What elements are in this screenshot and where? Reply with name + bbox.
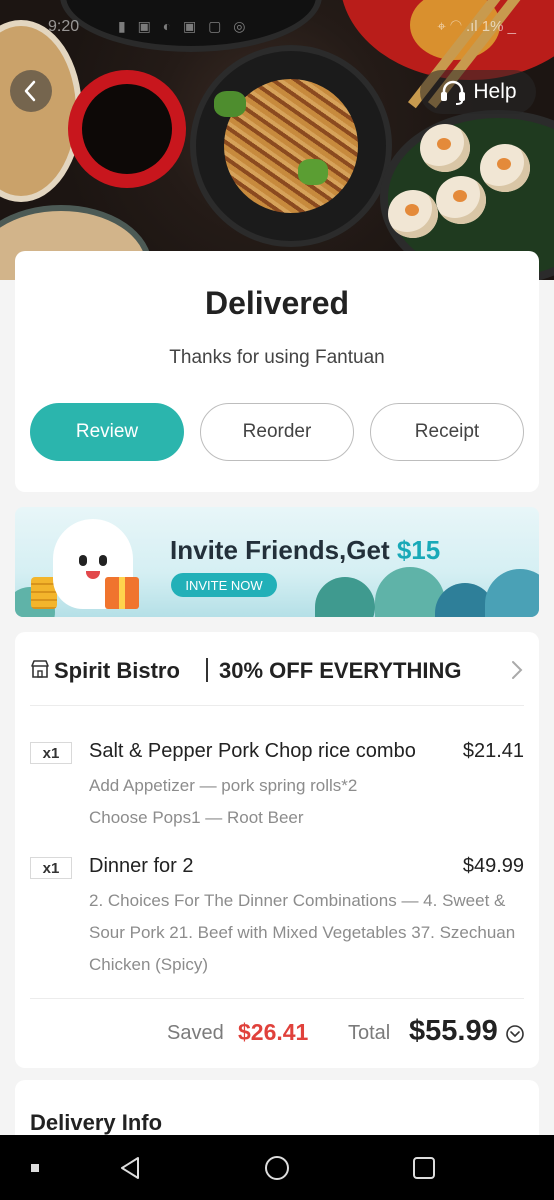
item-price: $21.41: [462, 740, 524, 762]
divider: [30, 705, 524, 706]
system-navigation-bar: [0, 1135, 554, 1200]
restaurant-row[interactable]: Spirit Bistro 30% OFF EVERYTHING: [30, 656, 524, 686]
review-button[interactable]: Review: [30, 403, 184, 461]
item-quantity: x1: [30, 742, 72, 764]
restaurant-promo: 30% OFF EVERYTHING: [219, 658, 462, 683]
nav-recents-button[interactable]: [402, 1135, 446, 1200]
divider: [30, 998, 524, 999]
total-label: Total: [348, 1022, 391, 1044]
order-status-title: Delivered: [204, 285, 350, 321]
square-recents-icon: [413, 1156, 435, 1179]
headset-icon: [441, 80, 466, 105]
soy-sauce-bowl-image: [68, 70, 186, 188]
banner-amount: $15: [396, 535, 441, 565]
restaurant-name: Spirit Bistro: [54, 658, 180, 683]
order-status-card: Delivered Thanks for using Fantuan Revie…: [15, 251, 539, 492]
receipt-button[interactable]: Receipt: [370, 403, 524, 461]
invite-friends-banner[interactable]: Invite Friends,Get $15 INVITE NOW: [15, 507, 539, 617]
order-status-subtitle: Thanks for using Fantuan: [169, 347, 385, 368]
item-option: 2. Choices For The Dinner Combinations —…: [89, 891, 516, 974]
square-dot-icon: [31, 1163, 39, 1172]
item-name: Dinner for 2: [89, 855, 194, 877]
order-details-card: Spirit Bistro 30% OFF EVERYTHING x1 Salt…: [15, 632, 539, 1068]
saved-amount: $26.41: [238, 1019, 309, 1045]
saved-label: Saved: [167, 1022, 224, 1044]
help-button[interactable]: Help: [420, 70, 536, 114]
store-icon: [31, 660, 49, 678]
system-status-icons: ⌖ ◠ .ıl 1% _: [437, 18, 516, 35]
item-price: $49.99: [462, 855, 524, 877]
separator: [206, 658, 208, 682]
invite-now-button[interactable]: INVITE NOW: [171, 573, 277, 597]
noodles-bowl-image: [190, 45, 392, 247]
notification-icons: ▮ ▣ ◐ ▣ ▢ ◎: [118, 18, 250, 34]
item-name: Salt & Pepper Pork Chop rice combo: [89, 740, 416, 762]
item-quantity: x1: [30, 857, 72, 879]
circle-home-icon: [265, 1155, 289, 1180]
back-button[interactable]: [10, 70, 52, 112]
item-option: Choose Pops1 — Root Beer: [89, 808, 304, 827]
nav-back-button[interactable]: [108, 1135, 152, 1200]
hero-food-image: 9:20 ▮ ▣ ◐ ▣ ▢ ◎ ⌖ ◠ .ıl 1% _ Help: [0, 0, 554, 280]
order-item: x1 Salt & Pepper Pork Chop rice combo $2…: [30, 734, 524, 834]
gift-icon: [105, 577, 139, 609]
banner-title: Invite Friends,Get $15: [170, 535, 441, 565]
chevron-right-icon: [512, 661, 523, 679]
chevron-left-icon: [24, 80, 36, 102]
total-amount[interactable]: $55.99: [409, 1015, 498, 1048]
menu-dot-button[interactable]: [20, 1135, 50, 1200]
reorder-button[interactable]: Reorder: [200, 403, 354, 461]
chevron-down-circle-icon[interactable]: [505, 1024, 525, 1044]
status-time: 9:20: [48, 18, 80, 35]
nav-home-button[interactable]: [255, 1135, 299, 1200]
delivery-info-title: Delivery Info: [30, 1110, 163, 1135]
triangle-back-icon: [121, 1156, 139, 1179]
status-bar: 9:20 ▮ ▣ ◐ ▣ ▢ ◎ ⌖ ◠ .ıl 1% _: [0, 6, 554, 46]
item-option: Add Appetizer — pork spring rolls*2: [89, 776, 358, 795]
help-label: Help: [473, 80, 517, 103]
order-item: x1 Dinner for 2 $49.99 2. Choices For Th…: [30, 849, 524, 979]
